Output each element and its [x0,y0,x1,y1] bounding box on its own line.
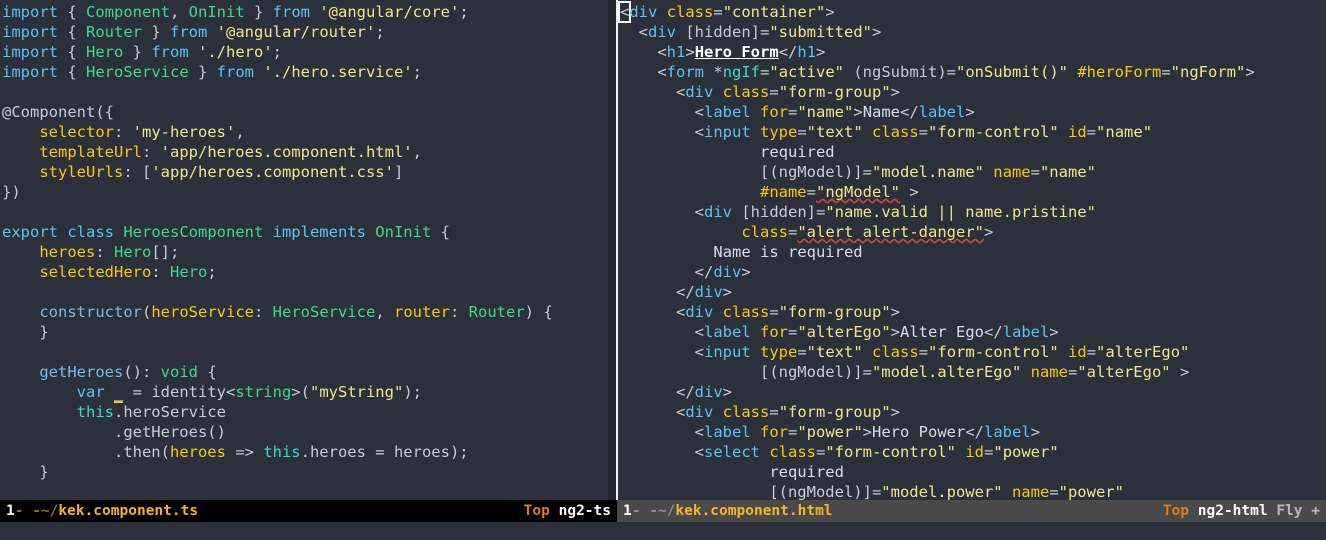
modeline-buffer-name[interactable]: kek.component.ts [58,500,198,522]
modeline-flags: - -~/ [14,503,59,519]
modeline-position: Top [523,503,550,519]
echo-area[interactable] [0,522,1326,540]
modeline-flags: - -~/ [631,503,676,519]
editor-pane-typescript[interactable]: import { Component, OnInit } from '@angu… [0,0,608,500]
modeline-window-number: 1 [6,503,15,519]
modeline-major-mode[interactable]: ng2-html [1198,500,1268,522]
code-buffer-typescript[interactable]: import { Component, OnInit } from '@angu… [0,0,608,482]
editor-frame: import { Component, OnInit } from '@angu… [0,0,1326,540]
modeline-position: Top [1162,503,1190,519]
modeline-html[interactable]: 1 - -~/kek.component.html Top ng2-html F… [617,500,1326,522]
modeline-major-mode[interactable]: ng2-ts [559,500,611,522]
modeline-buffer-name[interactable]: kek.component.html [675,500,832,522]
code-buffer-html[interactable]: <div class="container"> <div [hidden]="s… [618,0,1326,500]
modeline-typescript[interactable]: 1 - -~/kek.component.ts Top ng2-ts [0,500,617,522]
modeline-minor-modes[interactable]: Fly + [1276,500,1320,522]
modeline-window-number: 1 [623,503,632,519]
editor-pane-html[interactable]: <div class="container"> <div [hidden]="s… [618,0,1326,500]
